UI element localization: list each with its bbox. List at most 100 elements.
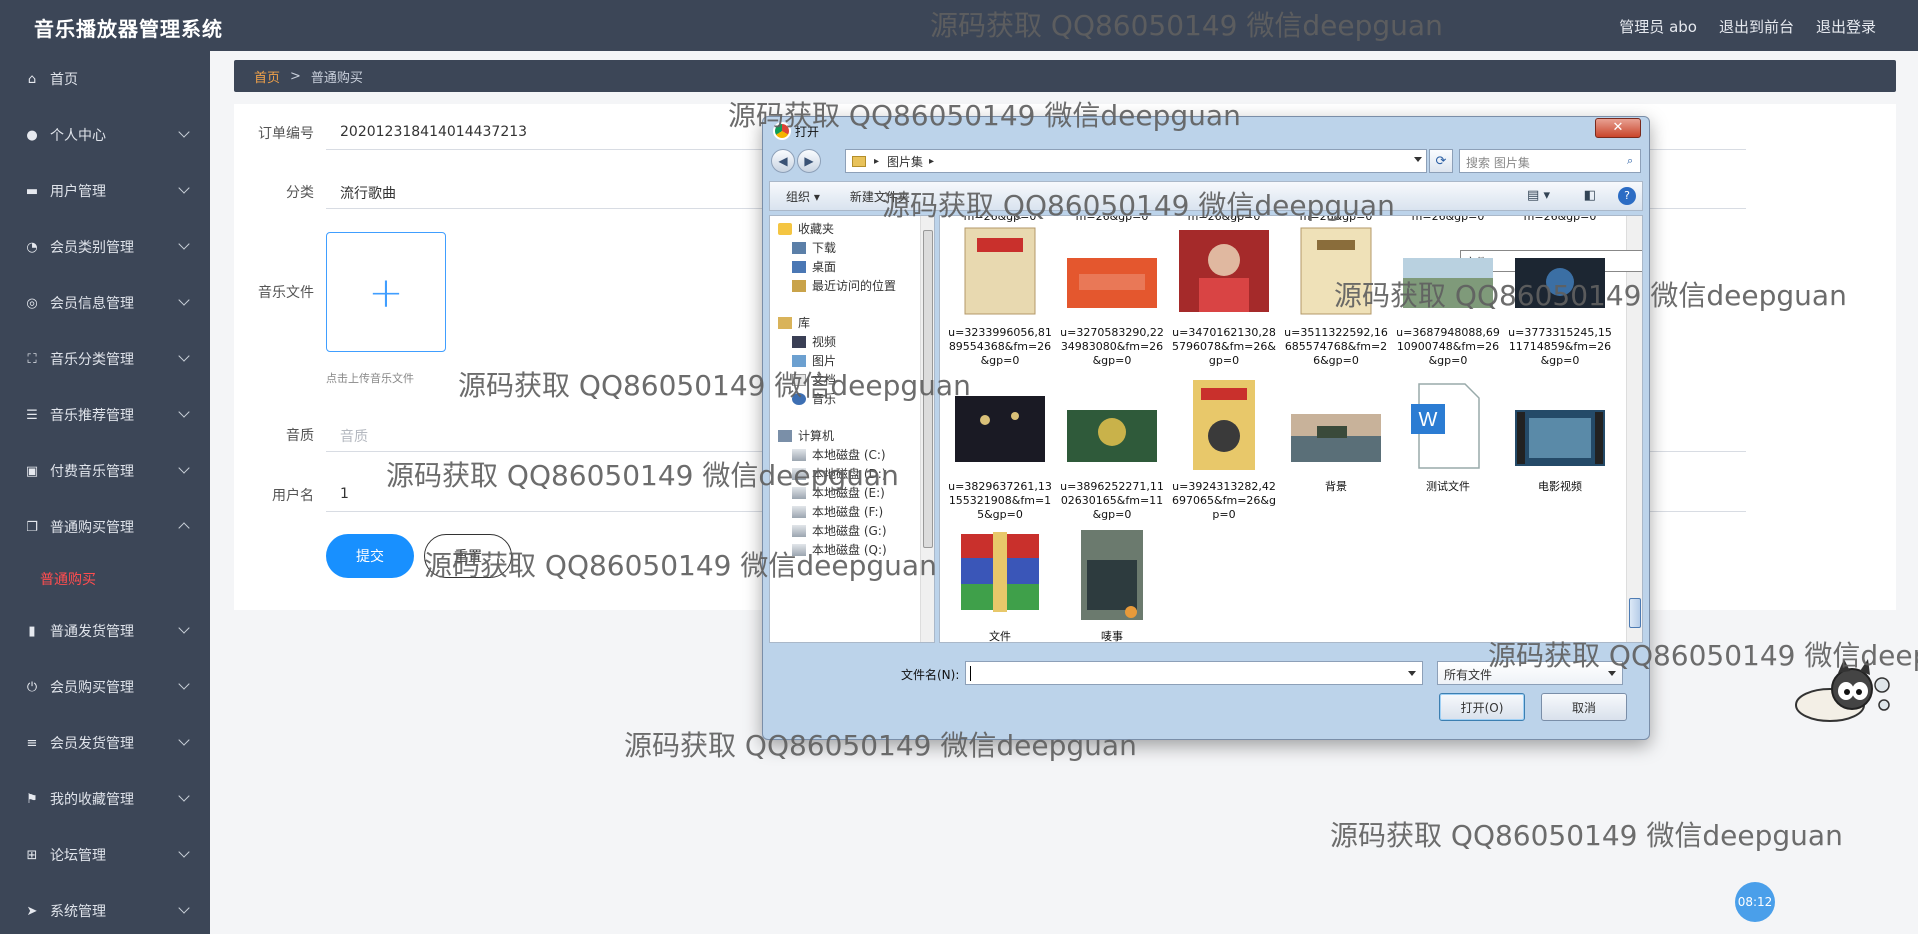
view-menu-icon[interactable]: ▤ ▾ (1527, 188, 1550, 203)
sidebar-item[interactable]: ⚑ 我的收藏管理 (0, 771, 210, 827)
breadcrumb-home[interactable]: 首页 (254, 67, 280, 86)
sidebar-item[interactable]: ▬ 用户管理 (0, 163, 210, 219)
sidebar-item-label: 会员购买管理 (50, 680, 134, 696)
nav-item[interactable]: 最近访问的位置 (792, 277, 896, 294)
nav-item[interactable]: 计算机 (778, 427, 834, 444)
nav-item[interactable]: 本地磁盘 (G:) (792, 522, 887, 539)
nav-item[interactable]: 本地磁盘 (F:) (792, 503, 883, 520)
sidebar-item[interactable]: ❐ 普通购买管理 (0, 499, 210, 555)
open-button[interactable]: 打开(O) (1439, 693, 1525, 721)
path-segment[interactable]: 图片集 (887, 153, 923, 170)
file-item[interactable]: u=3924313282,42697065&fm=26&gp=0 (1172, 380, 1276, 522)
admin-user-link[interactable]: 管理员 abo (1619, 16, 1697, 37)
file-item[interactable]: W 测试文件 (1396, 380, 1500, 494)
file-item[interactable]: u=3687948088,6910900748&fm=26&gp=0 (1396, 226, 1500, 368)
category-label: 分类 (286, 185, 314, 201)
nav-item[interactable]: 文档 (792, 371, 836, 388)
nav-item-label: 本地磁盘 (E:) (812, 486, 885, 500)
nav-item[interactable]: 桌面 (792, 258, 836, 275)
file-partial-label: m=26&gp=0 (1299, 215, 1373, 223)
file-thumbnail (1515, 226, 1605, 320)
submit-button[interactable]: 提交 (326, 534, 414, 578)
filename-label: 文件名(N): (901, 668, 960, 682)
nav-item[interactable]: 库 (778, 314, 810, 331)
file-item[interactable]: u=3511322592,16685574768&fm=26&gp=0 (1284, 226, 1388, 368)
nav-item[interactable]: 本地磁盘 (E:) (792, 484, 885, 501)
nav-scrollbar[interactable] (920, 216, 934, 642)
nav-item[interactable]: 音乐 (792, 390, 836, 407)
sidebar-subitem-active[interactable]: 普通购买 (0, 555, 210, 603)
sliders-icon: ☰ (26, 407, 38, 423)
file-scroll-thumb[interactable] (1629, 598, 1641, 628)
sidebar-item[interactable]: ➤ 系统管理 (0, 883, 210, 934)
monitor-icon: ▬ (25, 183, 39, 199)
file-scrollbar[interactable] (1626, 216, 1642, 642)
file-item[interactable]: 电影视频 (1508, 380, 1612, 494)
refresh-button[interactable]: ⟳ (1429, 149, 1453, 173)
file-item[interactable]: 背景 (1284, 380, 1388, 494)
filename-input[interactable] (965, 661, 1423, 685)
file-item[interactable]: u=3270583290,2234983080&fm=26&gp=0 (1060, 226, 1164, 368)
filetype-select[interactable]: 所有文件 (1437, 661, 1623, 685)
file-item[interactable]: u=3829637261,13155321908&fm=15&gp=0 (948, 380, 1052, 522)
address-row: ◀ ▶ ▸ 图片集 ▸ ⟳ 搜索 图片集 ⌕ (769, 147, 1643, 175)
file-item[interactable]: u=3773315245,1511714859&fm=26&gp=0 (1508, 226, 1612, 368)
file-item[interactable]: 唛事 (1060, 530, 1164, 642)
nav-item[interactable]: 本地磁盘 (D:) (792, 465, 886, 482)
sidebar: ⌂ 首页 ● 个人中心 ▬ 用户管理 ◔ 会员类别管理 ◎ 会员信息管理 ⛶ 音乐分类管理 ☰ 音乐推荐管… (0, 51, 210, 934)
filename-dropdown-icon[interactable] (1408, 671, 1416, 676)
nav-item[interactable]: 收藏夹 (778, 220, 834, 237)
sidebar-item-label: 音乐分类管理 (50, 352, 134, 368)
sidebar-item-label: 我的收藏管理 (50, 792, 134, 808)
disk-icon (792, 505, 806, 518)
file-item[interactable]: u=3470162130,285796078&fm=26&gp=0 (1172, 226, 1276, 368)
file-item[interactable]: 文件 (948, 530, 1052, 642)
copy-icon: ❐ (26, 519, 38, 535)
nav-item[interactable]: 本地磁盘 (Q:) (792, 541, 887, 558)
organize-menu[interactable]: 组织 ▾ (786, 188, 820, 205)
back-to-front-link[interactable]: 退出到前台 (1719, 16, 1794, 37)
preview-pane-icon[interactable]: ◧ (1584, 188, 1596, 203)
logout-link[interactable]: 退出登录 (1816, 16, 1876, 37)
nav-item[interactable]: 视频 (792, 333, 836, 350)
sidebar-item[interactable]: ▣ 付费音乐管理 (0, 443, 210, 499)
file-item[interactable]: u=3896252271,1102630165&fm=11&gp=0 (1060, 380, 1164, 522)
nav-item-label: 收藏夹 (798, 222, 835, 236)
new-folder-button[interactable]: 新建文件夹 (850, 188, 910, 205)
file-item[interactable]: u=3233996056,8189554368&fm=26&gp=0 (948, 226, 1052, 368)
forward-button[interactable]: ▶ (797, 149, 821, 173)
file-name: u=3470162130,285796078&fm=26&gp=0 (1172, 326, 1276, 367)
nav-item[interactable]: 本地磁盘 (C:) (792, 446, 886, 463)
address-bar[interactable]: ▸ 图片集 ▸ (845, 149, 1427, 173)
sidebar-item[interactable]: ≡ 会员发货管理 (0, 715, 210, 771)
file-name: u=3924313282,42697065&fm=26&gp=0 (1172, 480, 1276, 521)
filetype-value: 所有文件 (1444, 668, 1493, 682)
user-icon: ● (26, 127, 38, 143)
sidebar-item[interactable]: ● 个人中心 (0, 107, 210, 163)
nav-item[interactable]: 下载 (792, 239, 836, 256)
disk-icon (792, 486, 806, 499)
sidebar-item[interactable]: ⊞ 论坛管理 (0, 827, 210, 883)
help-icon[interactable]: ? (1618, 187, 1636, 205)
sidebar-item[interactable]: ⏻ 会员购买管理 (0, 659, 210, 715)
file-partial-label: m=26&gp=0 (1075, 215, 1149, 223)
cancel-button[interactable]: 取消 (1541, 693, 1627, 721)
sidebar-item[interactable]: ◔ 会员类别管理 (0, 219, 210, 275)
upload-music-button[interactable]: + (326, 232, 446, 352)
nav-scroll-thumb[interactable] (923, 230, 933, 548)
sidebar-item[interactable]: ☰ 音乐推荐管理 (0, 387, 210, 443)
search-input[interactable]: 搜索 图片集 (1459, 149, 1641, 173)
nav-item-label: 本地磁盘 (Q:) (812, 543, 887, 557)
sidebar-item-label: 用户管理 (50, 184, 106, 200)
dialog-close-button[interactable]: ✕ (1595, 118, 1641, 138)
sidebar-item[interactable]: ⛶ 音乐分类管理 (0, 331, 210, 387)
reset-button[interactable]: 重置 (424, 534, 512, 578)
back-button[interactable]: ◀ (771, 149, 795, 173)
chevron-down-icon (178, 902, 190, 914)
desktop-icon (792, 260, 806, 273)
address-dropdown-icon[interactable] (1414, 157, 1422, 162)
sidebar-item[interactable]: ⌂ 首页 (0, 51, 210, 107)
sidebar-item[interactable]: ◎ 会员信息管理 (0, 275, 210, 331)
nav-item[interactable]: 图片 (792, 352, 836, 369)
sidebar-item[interactable]: ▮ 普通发货管理 (0, 603, 210, 659)
